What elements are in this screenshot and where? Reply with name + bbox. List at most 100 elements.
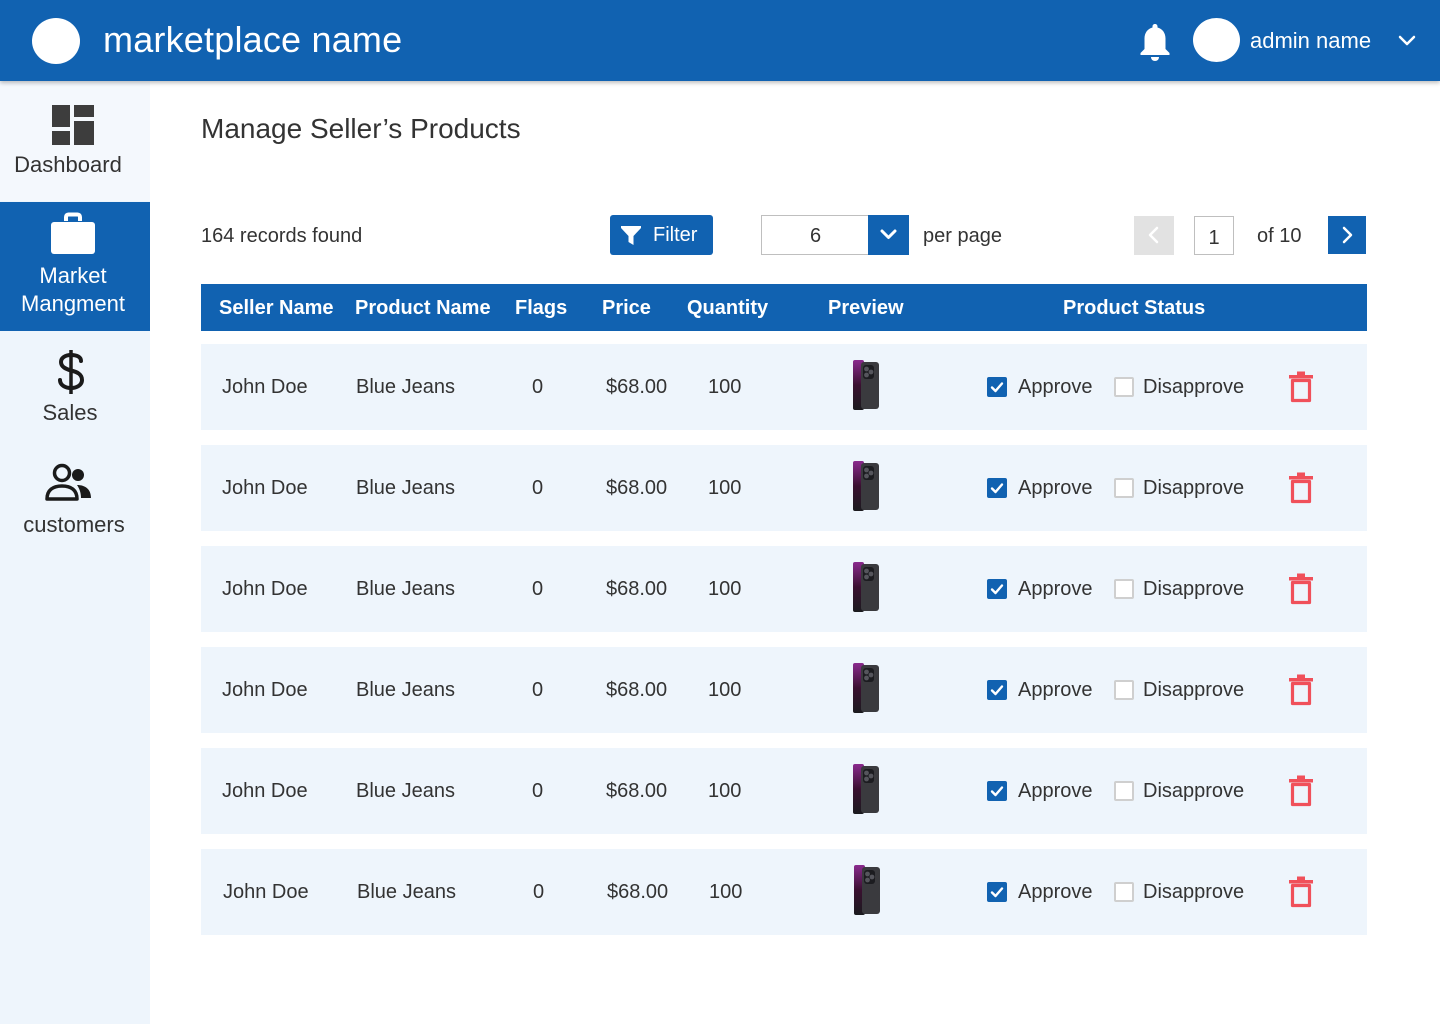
marketplace-name: marketplace name [103,19,403,60]
trash-icon[interactable] [1288,775,1314,807]
product-preview-image[interactable] [852,864,882,916]
product-preview-image[interactable] [851,359,881,411]
flags-cell: 0 [532,376,544,398]
quantity-cell: 100 [708,578,742,600]
quantity-cell: 100 [708,679,742,701]
price-cell: $68.00 [607,881,669,903]
table-row: John Doe Blue Jeans 0 $68.00 100 Approve… [201,849,1367,935]
approve-checkbox[interactable] [987,781,1007,801]
disapprove-checkbox[interactable] [1114,478,1134,498]
product-name-cell: Blue Jeans [356,679,455,701]
page-title: Manage Seller’s Products [201,113,521,144]
table-row: John Doe Blue Jeans 0 $68.00 100 Approve… [201,647,1367,733]
column-header-product-status: Product Status [1063,297,1206,319]
logo [32,18,80,64]
product-preview-image[interactable] [851,763,881,815]
approve-label[interactable]: Approve [1018,477,1093,499]
filter-button[interactable]: Filter [610,215,713,255]
next-page-button[interactable] [1328,216,1366,254]
sidebar-item-label: Dashboard [14,152,122,177]
sidebar-item-label: Sales [42,400,98,425]
disapprove-checkbox[interactable] [1114,377,1134,397]
product-name-cell: Blue Jeans [356,578,455,600]
trash-icon[interactable] [1288,472,1314,504]
approve-label[interactable]: Approve [1018,578,1093,600]
previous-page-button[interactable] [1134,216,1174,255]
price-cell: $68.00 [606,376,668,398]
price-cell: $68.00 [606,780,668,802]
chevron-right-icon [1342,226,1353,244]
disapprove-label[interactable]: Disapprove [1143,881,1244,903]
disapprove-checkbox[interactable] [1114,882,1134,902]
chevron-left-icon [1148,226,1159,244]
approve-checkbox[interactable] [987,680,1007,700]
chevron-down-icon[interactable] [1396,30,1418,52]
product-name-cell: Blue Jeans [356,376,455,398]
seller-name-cell: John Doe [222,578,308,600]
trash-icon[interactable] [1288,674,1314,706]
table-row: John Doe Blue Jeans 0 $68.00 100 Approve… [201,344,1367,430]
quantity-cell: 100 [708,376,742,398]
quantity-cell: 100 [709,881,743,903]
product-preview-image[interactable] [851,662,881,714]
table-row: John Doe Blue Jeans 0 $68.00 100 Approve… [201,445,1367,531]
flags-cell: 0 [532,679,544,701]
chevron-down-icon[interactable] [868,215,909,255]
per-page-label: per page [923,225,1002,247]
column-header-product-name: Product Name [355,297,491,319]
disapprove-label[interactable]: Disapprove [1143,780,1244,802]
sidebar: Dashboard Market Mangment Sales customer… [0,81,150,1024]
product-preview-image[interactable] [851,561,881,613]
people-icon [44,463,92,503]
approve-checkbox[interactable] [987,478,1007,498]
page-number-input[interactable]: 1 [1194,216,1234,255]
disapprove-label[interactable]: Disapprove [1143,679,1244,701]
dollar-icon [56,349,86,395]
product-name-cell: Blue Jeans [356,780,455,802]
table-row: John Doe Blue Jeans 0 $68.00 100 Approve… [201,546,1367,632]
trash-icon[interactable] [1288,371,1314,403]
disapprove-label[interactable]: Disapprove [1143,376,1244,398]
sidebar-item-label: Market Mangment [21,263,125,316]
sidebar-item-market-management[interactable]: Market Mangment [0,202,150,331]
column-header-quantity: Quantity [687,297,769,319]
column-header-seller-name: Seller Name [219,297,334,319]
sidebar-item-sales[interactable]: Sales [0,349,150,429]
disapprove-label[interactable]: Disapprove [1143,578,1244,600]
avatar[interactable] [1193,18,1240,62]
disapprove-checkbox[interactable] [1114,579,1134,599]
flags-cell: 0 [532,780,544,802]
seller-name-cell: John Doe [222,376,308,398]
approve-label[interactable]: Approve [1018,780,1093,802]
per-page-select[interactable]: 6 [761,215,909,255]
seller-name-cell: John Doe [222,477,308,499]
flags-cell: 0 [532,477,544,499]
approve-label[interactable]: Approve [1018,881,1093,903]
approve-label[interactable]: Approve [1018,679,1093,701]
bell-icon[interactable] [1138,22,1172,62]
sidebar-item-dashboard[interactable]: Dashboard [0,81,150,201]
approve-checkbox[interactable] [987,579,1007,599]
disapprove-checkbox[interactable] [1114,680,1134,700]
approve-checkbox[interactable] [987,377,1007,397]
sidebar-item-customers[interactable]: customers [0,463,150,543]
sidebar-item-label: customers [23,512,125,537]
quantity-cell: 100 [708,477,742,499]
trash-icon[interactable] [1288,573,1314,605]
briefcase-icon [50,212,96,256]
approve-checkbox[interactable] [987,882,1007,902]
price-cell: $68.00 [606,679,668,701]
admin-name[interactable]: admin name [1250,29,1371,53]
disapprove-checkbox[interactable] [1114,781,1134,801]
top-bar: marketplace name admin name [0,0,1440,81]
filter-icon [620,224,642,246]
disapprove-label[interactable]: Disapprove [1143,477,1244,499]
trash-icon[interactable] [1288,876,1314,908]
seller-name-cell: John Doe [222,780,308,802]
product-preview-image[interactable] [851,460,881,512]
seller-name-cell: John Doe [222,679,308,701]
approve-label[interactable]: Approve [1018,376,1093,398]
total-pages-label: of 10 [1257,225,1302,247]
column-header-preview: Preview [828,297,904,319]
table-row: John Doe Blue Jeans 0 $68.00 100 Approve… [201,748,1367,834]
